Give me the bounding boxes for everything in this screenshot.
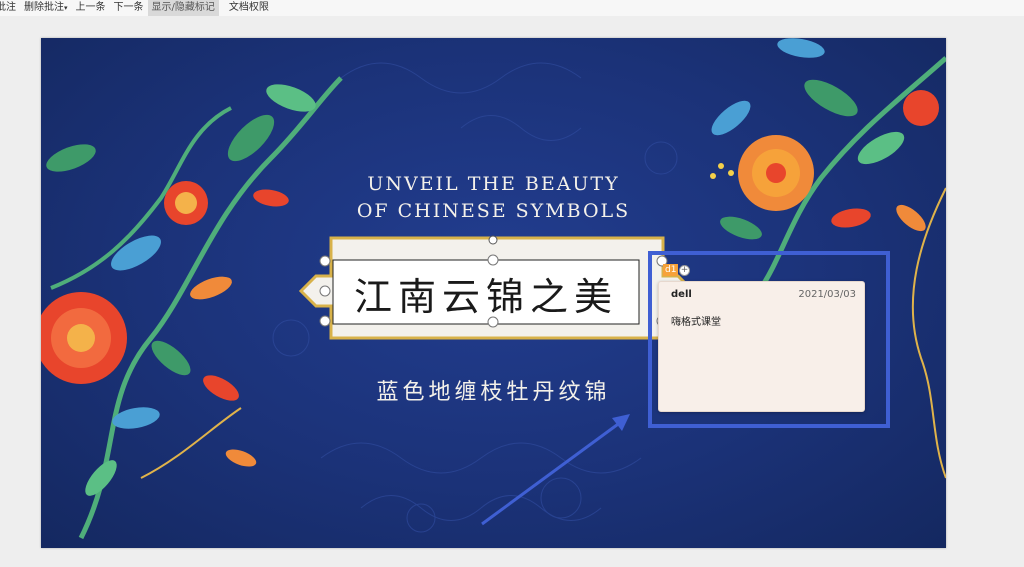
- title-english-line2[interactable]: OF CHINESE SYMBOLS: [41, 200, 946, 222]
- delete-comment-label: 删除批注: [24, 2, 64, 13]
- comment-body[interactable]: 嗨格式课堂: [671, 313, 721, 328]
- left-floral-group: [41, 76, 343, 540]
- document-permissions-button[interactable]: 文档权限: [225, 0, 273, 16]
- title-english-line1[interactable]: UNVEIL THE BEAUTY: [41, 173, 946, 195]
- show-hide-markup-button[interactable]: 显示/隐藏标记: [147, 0, 219, 16]
- comment-date: 2021/03/03: [798, 289, 856, 300]
- banner-title[interactable]: 江南云锦之美: [333, 261, 639, 325]
- caret-down-icon: ▾: [64, 4, 68, 12]
- delete-comment-button[interactable]: 删除批注▾: [20, 0, 72, 16]
- review-toolbar: 批注 删除批注▾ 上一条 下一条 显示/隐藏标记 文档权限: [0, 0, 1024, 16]
- next-comment-button[interactable]: 下一条: [110, 0, 148, 16]
- previous-comment-button[interactable]: 上一条: [72, 0, 110, 16]
- comment-popup[interactable]: dell 2021/03/03 嗨格式课堂: [658, 281, 865, 412]
- comment-button[interactable]: 批注: [0, 0, 20, 16]
- comment-author: dell: [671, 289, 692, 300]
- comment-marker[interactable]: d1: [663, 264, 679, 276]
- add-comment-icon[interactable]: +: [679, 265, 690, 276]
